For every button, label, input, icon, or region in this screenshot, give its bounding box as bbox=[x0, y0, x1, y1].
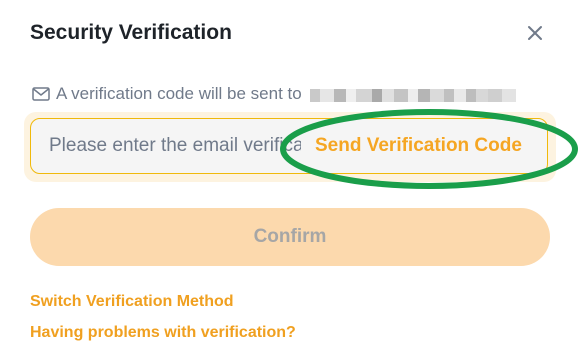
dialog-title: Security Verification bbox=[30, 21, 232, 44]
switch-verification-method-link[interactable]: Switch Verification Method bbox=[30, 292, 234, 312]
verification-info-text: A verification code will be sent to bbox=[56, 84, 302, 103]
verification-info: A verification code will be sent to bbox=[32, 83, 516, 105]
masked-email-address bbox=[309, 88, 516, 102]
send-verification-code-button[interactable]: Send Verification Code bbox=[315, 119, 522, 173]
verification-problems-link[interactable]: Having problems with verification? bbox=[30, 323, 296, 343]
close-icon bbox=[528, 26, 542, 40]
close-button[interactable] bbox=[522, 20, 548, 46]
confirm-button[interactable]: Confirm bbox=[30, 208, 550, 266]
verification-code-input[interactable] bbox=[31, 119, 301, 173]
mail-icon bbox=[32, 87, 50, 101]
verification-code-field: Send Verification Code bbox=[30, 118, 548, 174]
security-verification-dialog: Security Verification A verification cod… bbox=[0, 0, 579, 361]
